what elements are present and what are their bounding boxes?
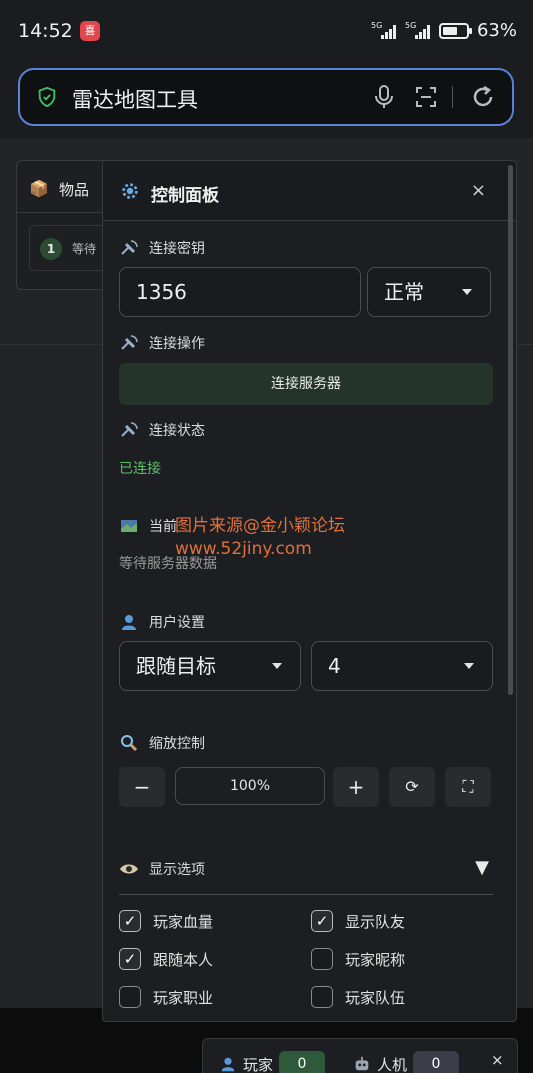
collapse-arrow-icon[interactable]: ▼ [475, 857, 489, 878]
user-icon [122, 615, 136, 630]
checkbox-icon[interactable]: ✓ [119, 910, 141, 932]
option-label: 玩家职业 [153, 988, 214, 1007]
bot-count: 0 [413, 1051, 460, 1073]
package-icon: 📦 [29, 179, 49, 198]
option-player-class[interactable]: 玩家职业 [119, 986, 213, 1008]
number-select[interactable]: 4 [311, 641, 493, 691]
checkbox-icon[interactable]: ✓ [119, 948, 141, 970]
status-time: 14:52 [18, 20, 73, 42]
watermark-line-1: 图片来源@金小颖论坛 [175, 516, 345, 536]
chevron-down-icon [272, 663, 282, 669]
connect-server-button[interactable]: 连接服务器 [119, 363, 493, 405]
checkbox-icon[interactable] [119, 986, 141, 1008]
browser-toolbar: 雷达地图工具 [0, 62, 533, 138]
number-select-value: 4 [328, 654, 341, 678]
user-icon [221, 1057, 235, 1072]
follow-target-select[interactable]: 跟随目标 [119, 641, 301, 691]
satellite-icon [121, 335, 138, 350]
option-player-team[interactable]: 玩家队伍 [311, 986, 405, 1008]
zoom-in-button[interactable]: + [333, 767, 379, 807]
option-label: 玩家队伍 [345, 988, 406, 1007]
player-count: 0 [279, 1051, 326, 1073]
watermark-line-2: www.52jiny.com [175, 539, 312, 559]
display-options-text: 显示选项 [149, 862, 205, 878]
connection-key-input[interactable]: 1356 [119, 267, 361, 317]
chevron-down-icon [462, 289, 472, 295]
checkbox-icon[interactable] [311, 948, 333, 970]
connection-status-text: 连接状态 [149, 423, 205, 439]
robot-icon [355, 1056, 369, 1071]
mode-select[interactable]: 正常 [367, 267, 491, 317]
connection-key-text: 连接密钥 [149, 241, 205, 257]
eye-icon [120, 864, 138, 874]
checkbox-icon[interactable] [311, 986, 333, 1008]
zoom-text: 缩放控制 [149, 736, 205, 752]
panel-scrollbar[interactable] [508, 165, 513, 695]
magnifier-icon [121, 735, 138, 752]
display-options-header[interactable]: 显示选项 ▼ [119, 857, 493, 895]
address-text: 雷达地图工具 [72, 88, 198, 112]
option-label: 玩家血量 [153, 912, 214, 931]
items-panel-title: 物品 [59, 181, 90, 199]
connection-status-label: 连接状态 [119, 420, 205, 440]
signal-icon-2: 5G [404, 20, 431, 39]
control-panel: 控制面板 × 连接密钥 1356 正常 连接操作 连接服务器 连接状态 已连接 [102, 160, 517, 1022]
watermark: 图片来源@金小颖论坛 www.52jiny.com [175, 515, 345, 561]
zoom-out-button[interactable]: − [119, 767, 165, 807]
status-bar: 14:52 喜 5G 5G 63% [0, 0, 533, 62]
microphone-icon[interactable] [372, 84, 396, 110]
user-settings-label: 用户设置 [119, 612, 205, 632]
player-label: 玩家 [243, 1055, 274, 1073]
address-bar[interactable]: 雷达地图工具 [18, 68, 514, 126]
zoom-label: 缩放控制 [119, 733, 205, 753]
satellite-icon [121, 240, 138, 255]
option-label: 显示队友 [345, 912, 406, 931]
item-number-badge: 1 [40, 238, 62, 260]
connection-status-value: 已连接 [119, 461, 161, 477]
reload-icon[interactable] [470, 84, 496, 110]
control-panel-header: 控制面板 × [103, 161, 516, 221]
status-indicators: 5G 5G 63% [371, 20, 517, 41]
bot-label: 人机 [377, 1055, 408, 1073]
satellite-icon [121, 422, 138, 437]
chevron-down-icon [464, 663, 474, 669]
gear-icon [122, 183, 138, 199]
notification-badge-icon: 喜 [80, 21, 100, 41]
signal-icon: 5G [370, 20, 397, 39]
scan-icon[interactable] [414, 85, 438, 109]
connection-action-text: 连接操作 [149, 336, 205, 352]
mode-select-value: 正常 [384, 280, 424, 304]
follow-target-value: 跟随目标 [136, 654, 216, 678]
fullscreen-button[interactable]: ⛶ [445, 767, 491, 807]
control-panel-title: 控制面板 [151, 186, 219, 206]
option-player-hp[interactable]: ✓ 玩家血量 [119, 910, 213, 932]
current-text: 当前 [149, 519, 177, 535]
checkbox-icon[interactable]: ✓ [311, 910, 333, 932]
current-label: 当前 [119, 516, 177, 536]
option-label: 跟随本人 [153, 950, 214, 969]
battery-icon [438, 22, 472, 39]
option-player-nickname[interactable]: 玩家昵称 [311, 948, 405, 970]
option-label: 玩家昵称 [345, 950, 406, 969]
connection-key-label: 连接密钥 [119, 238, 205, 258]
battery-percent: 63% [476, 20, 517, 41]
zoom-level: 100% [175, 767, 325, 805]
bot-counter: 人机 0 [353, 1051, 460, 1073]
item-text: 等待 [72, 242, 97, 256]
user-settings-text: 用户设置 [149, 615, 205, 631]
display-options-label: 显示选项 [119, 859, 205, 879]
toolbar-divider [452, 86, 453, 108]
option-show-teammates[interactable]: ✓ 显示队友 [311, 910, 405, 932]
signal-label-2: 5G [404, 20, 417, 30]
reset-zoom-button[interactable]: ⟳ [389, 767, 435, 807]
signal-label: 5G [370, 20, 383, 30]
option-follow-self[interactable]: ✓ 跟随本人 [119, 948, 213, 970]
player-counter: 玩家 0 [219, 1051, 326, 1073]
connection-action-label: 连接操作 [119, 333, 205, 353]
close-icon[interactable]: × [491, 1051, 504, 1069]
shield-icon [38, 86, 56, 108]
map-icon [121, 520, 137, 532]
close-icon[interactable]: × [471, 180, 486, 201]
counter-bar: 玩家 0 人机 0 × [202, 1038, 518, 1073]
